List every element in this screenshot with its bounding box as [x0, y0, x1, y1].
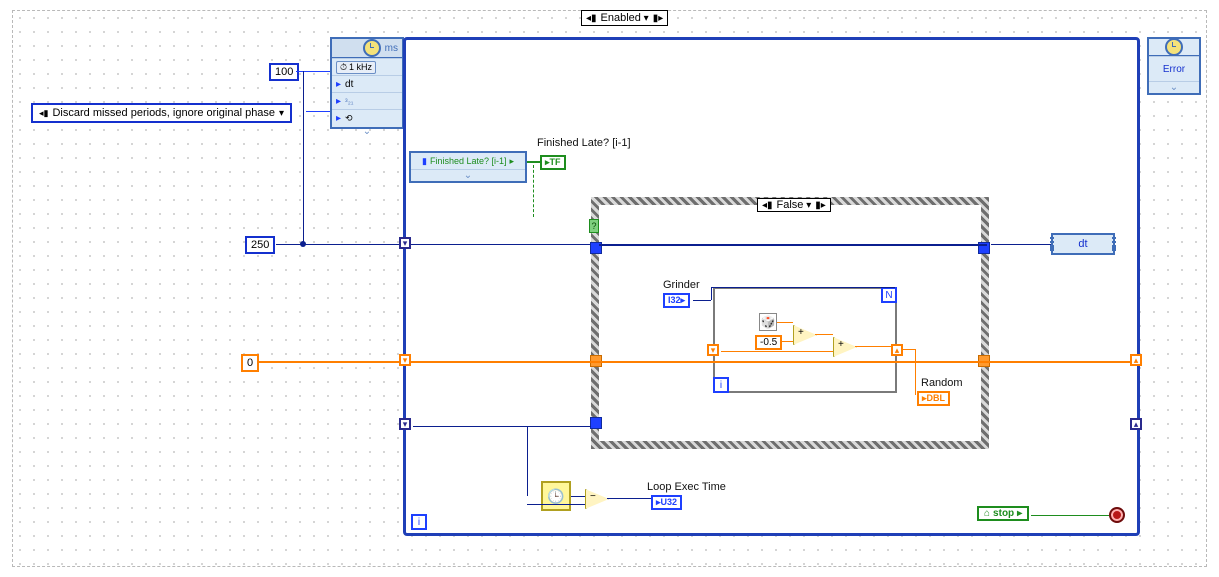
add-function-2[interactable]: + — [833, 337, 857, 357]
selector-prev-icon[interactable]: ◂▮ — [586, 13, 597, 24]
block-diagram-canvas: ◂▮ Enabled ▮▸ 100 ◂▮ Discard missed peri… — [0, 0, 1219, 577]
diagram-area[interactable]: ◂▮ Enabled ▮▸ 100 ◂▮ Discard missed peri… — [12, 10, 1207, 567]
wire — [306, 111, 330, 112]
wire — [276, 244, 590, 245]
constant-period-100[interactable]: 100 — [269, 63, 299, 81]
timed-loop-right-data-node[interactable]: dt — [1051, 233, 1115, 255]
constant-zero[interactable]: 0 — [241, 354, 259, 372]
mode-row-icon: ⟲ — [345, 113, 353, 124]
wire — [815, 334, 833, 335]
offset-row-icon: ³₂₁ — [345, 97, 353, 106]
shift-register-left[interactable]: ▾ — [399, 237, 411, 249]
wire — [711, 287, 712, 300]
timed-loop-mode-ring[interactable]: ◂▮ Discard missed periods, ignore origin… — [31, 103, 292, 123]
selector-next-icon[interactable]: ▮▸ — [653, 13, 664, 24]
case-tunnel[interactable] — [590, 417, 602, 429]
case-selector[interactable]: ◂▮ False ▮▸ — [757, 198, 831, 212]
shift-register-right[interactable]: ▴ — [1130, 354, 1142, 366]
random-number-function[interactable]: 🎲 — [759, 313, 777, 331]
selector-value[interactable]: Enabled — [601, 12, 649, 24]
wire — [527, 426, 528, 496]
loop-condition-terminal[interactable] — [1109, 507, 1125, 523]
wire — [599, 244, 987, 246]
case-selector-terminal[interactable]: ? — [589, 219, 599, 233]
finished-late-inner-label: Finished Late? [i-1] — [430, 156, 507, 166]
add-function-1[interactable]: + — [793, 325, 817, 345]
error-output-label: Error — [1149, 56, 1199, 82]
tick-count-function[interactable]: 🕒 — [541, 481, 571, 511]
wire — [711, 287, 895, 288]
random-label: Random — [921, 377, 963, 389]
wire — [413, 426, 591, 427]
wire — [571, 496, 585, 497]
subtract-function[interactable]: − — [585, 489, 609, 509]
wire — [915, 349, 916, 395]
grinder-label: Grinder — [663, 279, 700, 291]
wire — [693, 300, 711, 301]
grinder-control[interactable]: I32▸ — [663, 293, 690, 308]
timed-loop-left-data-node[interactable]: ▮ Finished Late? [i-1] ▸ ⌄ — [409, 151, 527, 183]
timing-source-label: 1 kHz — [349, 62, 372, 72]
shift-register-left[interactable]: ▾ — [399, 354, 411, 366]
case-structure[interactable]: ◂▮ False ▮▸ ? Grinder I32▸ N i 🎲 -0.5 + — [591, 197, 989, 449]
diagram-disable-selector[interactable]: ◂▮ Enabled ▮▸ — [581, 10, 668, 26]
wire — [777, 322, 793, 323]
clock-icon — [1165, 38, 1183, 56]
shift-register-left[interactable]: ▾ — [399, 418, 411, 430]
finished-late-indicator[interactable]: ▸TF — [540, 155, 566, 170]
for-loop-N-terminal[interactable]: N — [881, 287, 897, 303]
wire — [303, 71, 304, 244]
wire — [296, 71, 330, 72]
wire — [901, 349, 915, 350]
shift-register-right[interactable]: ▴ — [1130, 418, 1142, 430]
finished-late-label: Finished Late? [i-1] — [537, 137, 631, 149]
expand-chevron-icon[interactable]: ⌄ — [1149, 82, 1199, 93]
wire — [607, 498, 651, 499]
wire — [991, 244, 1053, 245]
for-loop-i-terminal[interactable]: i — [713, 377, 729, 393]
constant-250[interactable]: 250 — [245, 236, 275, 254]
timed-loop-output-node[interactable]: Error ⌄ — [1147, 37, 1201, 95]
clock-icon — [363, 39, 381, 57]
wire — [527, 161, 540, 163]
stop-control[interactable]: ⌂ stop ▸ — [977, 506, 1029, 521]
dt-input-label: dt — [345, 79, 353, 90]
timed-loop-i-terminal[interactable]: i — [411, 514, 427, 530]
shift-register-right[interactable]: ▴ — [891, 344, 903, 356]
loop-exec-time-indicator[interactable]: ▸U32 — [651, 495, 682, 510]
expand-chevron-icon[interactable]: ⌄ — [332, 126, 402, 137]
case-value[interactable]: False — [777, 199, 812, 211]
house-icon: ⌂ — [984, 508, 990, 519]
timed-loop-unit: ms — [385, 43, 398, 54]
wire — [721, 351, 833, 352]
case-next-icon[interactable]: ▮▸ — [815, 200, 826, 211]
wire — [259, 361, 1131, 363]
wire — [533, 165, 535, 217]
expand-chevron-icon[interactable]: ⌄ — [411, 170, 525, 181]
for-loop-structure[interactable]: N i 🎲 -0.5 + + ▾ ▴ — [713, 287, 897, 393]
shift-register-left[interactable]: ▾ — [707, 344, 719, 356]
wire — [527, 504, 585, 505]
timing-source-pill[interactable]: ⏱ 1 kHz — [336, 61, 376, 74]
constant-minus-0p5[interactable]: -0.5 — [755, 335, 782, 350]
wire-junction — [300, 241, 306, 247]
timed-loop-mode-label: Discard missed periods, ignore original … — [52, 107, 275, 119]
timed-loop-input-node[interactable]: ms ⏱ 1 kHz ▸ dt ▸ ³₂₁ ▸ ⟲ ⌄ — [330, 37, 404, 129]
case-prev-icon[interactable]: ◂▮ — [762, 200, 773, 211]
wire — [1031, 515, 1109, 516]
stop-label: stop — [993, 508, 1014, 519]
dt-output-label: dt — [1078, 238, 1087, 250]
wire — [781, 341, 793, 342]
loop-exec-time-label: Loop Exec Time — [647, 481, 726, 493]
random-indicator[interactable]: ▸DBL — [917, 391, 950, 406]
